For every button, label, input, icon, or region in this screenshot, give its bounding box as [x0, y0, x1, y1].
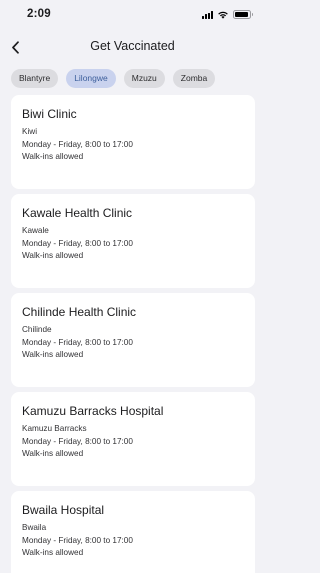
clinic-card[interactable]: Kamuzu Barracks Hospital Kamuzu Barracks…	[11, 392, 255, 486]
clinic-name: Chilinde Health Clinic	[22, 305, 137, 319]
battery-icon	[233, 10, 253, 19]
clinic-hours: Monday - Friday, 8:00 to 17:00	[22, 139, 133, 149]
clinic-area: Kiwi	[22, 127, 38, 136]
clinic-name: Biwi Clinic	[22, 107, 77, 121]
chip-mzuzu[interactable]: Mzuzu	[123, 69, 165, 88]
clinic-walkin: Walk-ins allowed	[22, 251, 84, 260]
chip-lilongwe[interactable]: Lilongwe	[66, 69, 116, 88]
clinic-area: Kawale	[22, 226, 49, 235]
chip-zomba[interactable]: Zomba	[172, 69, 216, 88]
status-bar: 2:09	[0, 0, 265, 30]
clinic-list: Biwi Clinic Kiwi Monday - Friday, 8:00 t…	[11, 95, 255, 573]
clinic-name: Kawale Health Clinic	[22, 206, 133, 220]
clinic-area: Chilinde	[22, 325, 52, 334]
clinic-area: Bwaila	[22, 523, 47, 532]
status-time: 2:09	[27, 8, 51, 20]
clinic-hours: Monday - Friday, 8:00 to 17:00	[22, 436, 133, 446]
page-title: Get Vaccinated	[90, 39, 175, 53]
status-icons	[202, 10, 253, 19]
clinic-hours: Monday - Friday, 8:00 to 17:00	[22, 238, 133, 248]
clinic-card[interactable]: Chilinde Health Clinic Chilinde Monday -…	[11, 293, 255, 387]
clinic-walkin: Walk-ins allowed	[22, 449, 84, 458]
clinic-hours: Monday - Friday, 8:00 to 17:00	[22, 535, 133, 545]
clinic-area: Kamuzu Barracks	[22, 424, 87, 433]
clinic-card[interactable]: Biwi Clinic Kiwi Monday - Friday, 8:00 t…	[11, 95, 255, 189]
chip-blantyre[interactable]: Blantyre	[11, 69, 59, 88]
clinic-card[interactable]: Bwaila Hospital Bwaila Monday - Friday, …	[11, 491, 255, 573]
clinic-walkin: Walk-ins allowed	[22, 152, 84, 161]
clinic-name: Bwaila Hospital	[22, 503, 105, 517]
city-filter-chips: Blantyre Lilongwe Mzuzu Zomba	[11, 69, 216, 88]
clinic-name: Kamuzu Barracks Hospital	[22, 404, 164, 418]
clinic-walkin: Walk-ins allowed	[22, 350, 84, 359]
wifi-icon	[218, 11, 228, 19]
clinic-card[interactable]: Kawale Health Clinic Kawale Monday - Fri…	[11, 194, 255, 288]
clinic-walkin: Walk-ins allowed	[22, 548, 84, 557]
cellular-signal-icon	[202, 10, 213, 19]
clinic-hours: Monday - Friday, 8:00 to 17:00	[22, 337, 133, 347]
screen: 2:09 Get Vaccinated Blantyre Lilongwe Mz…	[0, 0, 265, 573]
nav-header: Get Vaccinated	[0, 34, 265, 60]
